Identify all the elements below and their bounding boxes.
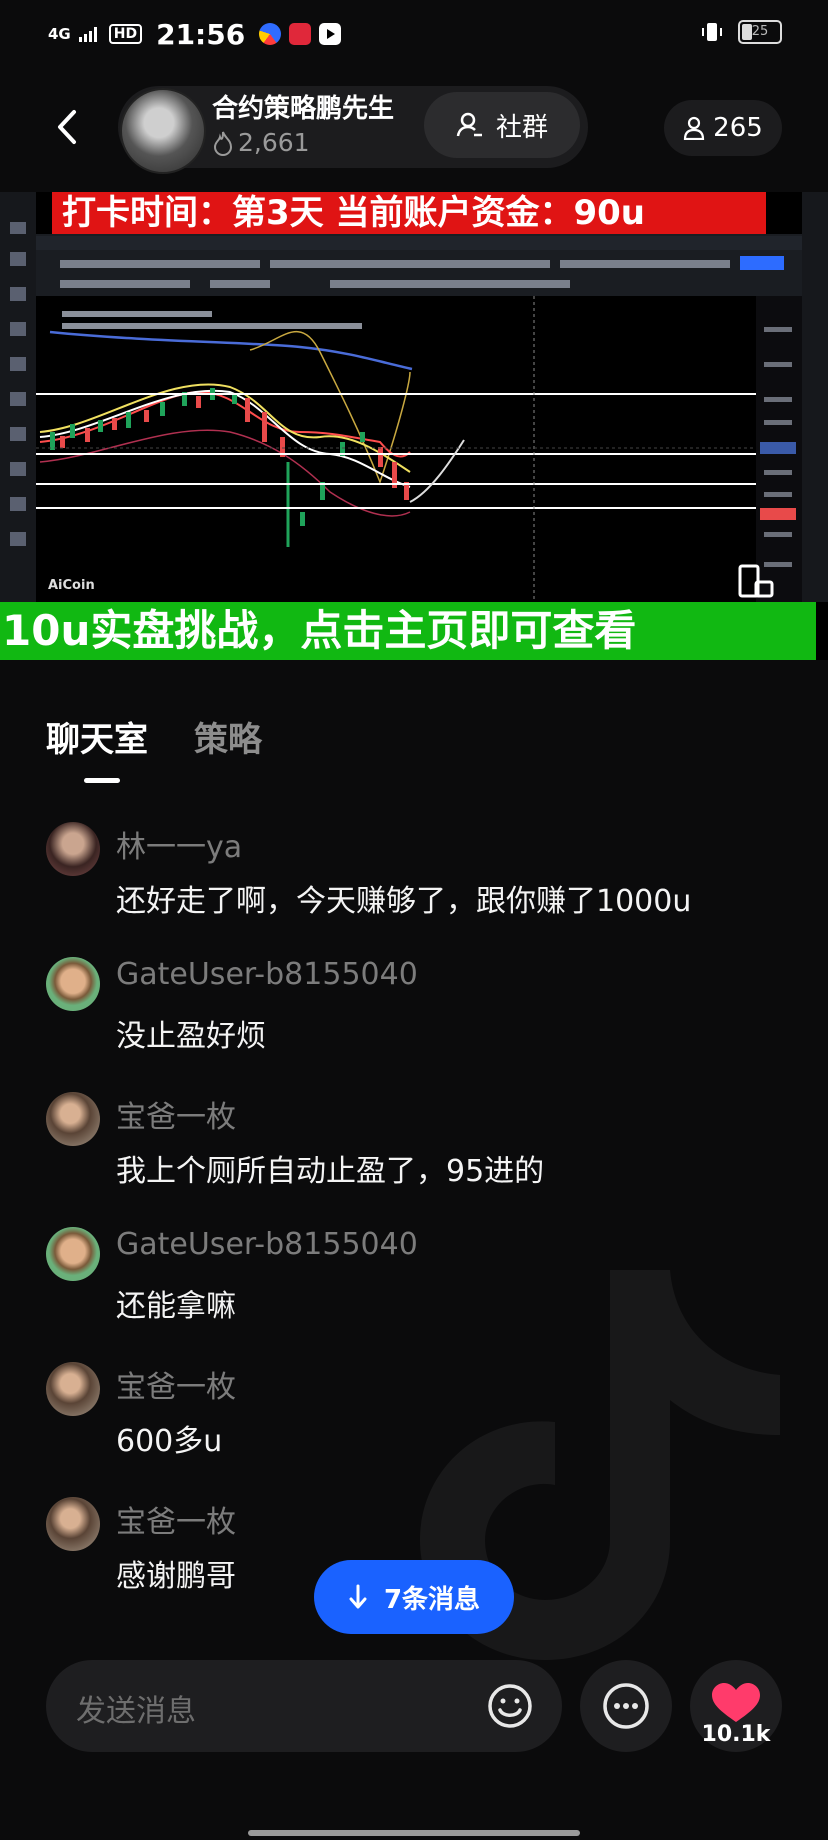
browser-app-icon	[259, 23, 282, 45]
chat-text: 我上个厕所自动止盈了，95进的	[116, 1154, 545, 1189]
flame-icon	[213, 131, 233, 156]
signal-icon	[78, 27, 97, 42]
rotate-screen-icon[interactable]	[736, 564, 774, 600]
tab-chatroom[interactable]: 聊天室	[46, 712, 148, 761]
user-avatar[interactable]	[46, 957, 100, 1011]
host-name: 合约策略鹏先生	[212, 94, 395, 124]
vibrate-icon	[702, 23, 722, 41]
chat-username[interactable]: 宝爸一枚	[116, 1362, 236, 1406]
battery-level: 25	[751, 24, 769, 39]
chat-text: 感谢鹏哥	[116, 1559, 236, 1594]
like-count: 10.1k	[701, 1722, 771, 1747]
status-left: 4G HD 21:56	[48, 14, 342, 54]
viewer-count-pill[interactable]: 265	[664, 100, 782, 156]
status-right: 25	[700, 20, 782, 44]
chat-message: GateUser-b8155040 没止盈好烦	[0, 955, 828, 1085]
status-bar: 4G HD 21:56 25	[0, 0, 828, 66]
video-banner-bottom: 10u实盘挑战，点击主页即可查看	[0, 602, 816, 660]
hd-badge: HD	[108, 24, 143, 44]
trading-chart-screen	[0, 192, 828, 602]
active-tab-indicator	[84, 778, 120, 783]
chat-text: 没止盈好烦	[116, 1019, 266, 1054]
chat-text: 600多u	[116, 1424, 223, 1459]
chat-username[interactable]: 林一一ya	[116, 822, 242, 866]
chat-username[interactable]: GateUser-b8155040	[116, 957, 418, 992]
user-avatar[interactable]	[46, 1092, 100, 1146]
user-avatar[interactable]	[46, 822, 100, 876]
chat-username[interactable]: 宝爸一枚	[116, 1092, 236, 1136]
community-label: 社群	[495, 112, 548, 143]
fans-count: 2,661	[238, 128, 310, 157]
community-icon	[456, 112, 482, 137]
host-fans: 2,661	[212, 128, 310, 157]
chat-username[interactable]: 宝爸一枚	[116, 1497, 236, 1541]
video-banner-top: 打卡时间：第3天 当前账户资金：90u	[52, 192, 766, 234]
user-avatar[interactable]	[46, 1227, 100, 1281]
video-app-icon	[319, 23, 342, 45]
user-avatar[interactable]	[46, 1362, 100, 1416]
community-button[interactable]: 社群	[424, 92, 580, 158]
user-avatar[interactable]	[46, 1497, 100, 1551]
chat-message: 宝爸一枚 600多u	[0, 1360, 828, 1490]
viewer-count: 265	[713, 113, 763, 143]
tab-strategy[interactable]: 策略	[194, 712, 262, 761]
message-input-placeholder[interactable]: 发送消息	[76, 1686, 196, 1730]
chat-text: 还能拿嘛	[116, 1289, 236, 1324]
aicoin-logo: AiCoin	[48, 578, 95, 593]
chat-message: GateUser-b8155040 还能拿嘛	[0, 1225, 828, 1355]
chat-message: 宝爸一枚 我上个厕所自动止盈了，95进的	[0, 1090, 828, 1220]
arrow-down-icon	[349, 1584, 367, 1609]
battery-icon: 25	[738, 20, 782, 44]
news-app-icon	[289, 23, 312, 45]
person-icon	[684, 116, 705, 140]
new-messages-button[interactable]: 7条消息	[314, 1560, 514, 1634]
emoji-icon[interactable]	[486, 1682, 534, 1730]
chat-message: 林一一ya 还好走了啊，今天赚够了，跟你赚了1000u	[0, 820, 828, 950]
new-messages-label: 7条消息	[383, 1584, 481, 1615]
host-avatar[interactable]	[120, 88, 206, 174]
clock: 21:56	[156, 17, 246, 51]
chat-username[interactable]: GateUser-b8155040	[116, 1227, 418, 1262]
more-dots-icon	[603, 1683, 649, 1729]
home-indicator[interactable]	[248, 1830, 580, 1836]
live-video[interactable]: 打卡时间：第3天 当前账户资金：90u AiCoin 10u实盘挑战，点击主页即…	[0, 192, 828, 660]
network-indicator: 4G	[48, 25, 71, 43]
back-button[interactable]	[48, 102, 88, 152]
chat-text: 还好走了啊，今天赚够了，跟你赚了1000u	[116, 884, 692, 919]
more-button[interactable]	[580, 1660, 672, 1752]
